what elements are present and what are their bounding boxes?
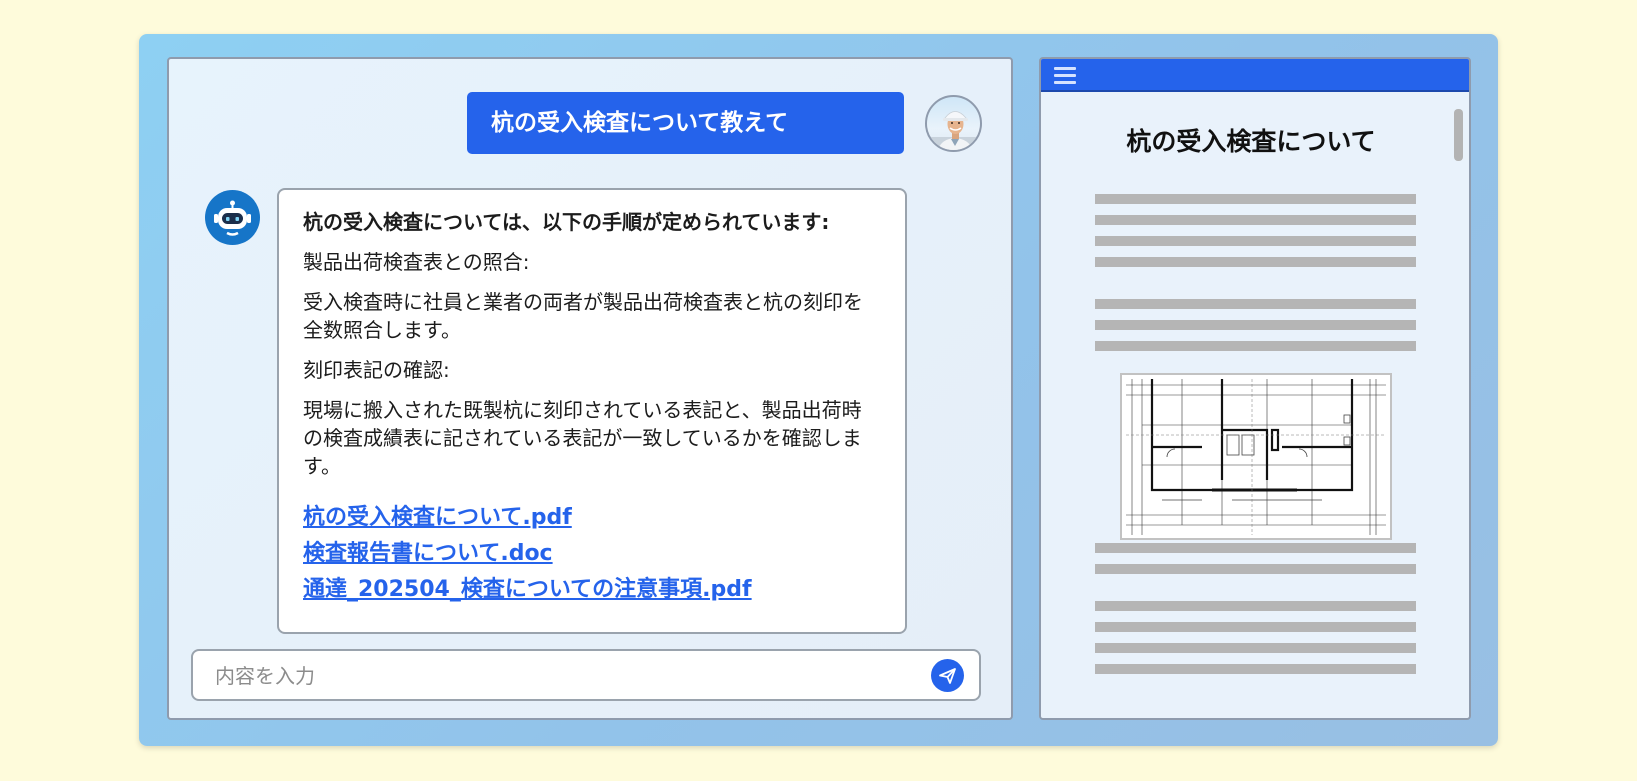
text-line-placeholder bbox=[1095, 601, 1416, 611]
floor-plan-image bbox=[1120, 373, 1392, 540]
text-line-placeholder bbox=[1095, 320, 1416, 330]
text-line-placeholder bbox=[1095, 543, 1416, 553]
text-line-placeholder bbox=[1095, 341, 1416, 351]
bot-avatar bbox=[205, 190, 260, 245]
text-line-placeholder bbox=[1095, 564, 1416, 574]
user-photo-icon bbox=[927, 111, 980, 150]
text-line-placeholder bbox=[1095, 643, 1416, 653]
robot-icon bbox=[214, 200, 251, 236]
document-viewer: 杭の受入検査について bbox=[1039, 57, 1471, 720]
text-line-placeholder bbox=[1095, 236, 1416, 246]
text-line-placeholder bbox=[1095, 215, 1416, 225]
document-scrollbar[interactable] bbox=[1454, 109, 1463, 161]
chat-input-box bbox=[191, 649, 981, 701]
text-line-placeholder bbox=[1095, 194, 1416, 204]
reference-links: 杭の受入検査について.pdf 検査報告書について.doc 通達_202504_検… bbox=[303, 500, 881, 608]
chat-panel: 杭の受入検査について教えて 杭の受入検査については、以下の手順が定められています… bbox=[167, 57, 1013, 720]
bot-message-paragraph: 製品出荷検査表との照合: bbox=[303, 250, 530, 274]
paper-plane-icon bbox=[939, 668, 956, 684]
text-line-placeholder bbox=[1095, 664, 1416, 674]
hamburger-menu-icon[interactable] bbox=[1054, 67, 1076, 84]
bot-message-paragraph: 現場に搬入された既製杭に刻印されている表記と、製品出荷時の検査成績表に記されてい… bbox=[303, 398, 862, 478]
floor-plan-drawing bbox=[1126, 379, 1386, 535]
send-button[interactable] bbox=[931, 659, 964, 692]
reference-link-pdf-notice[interactable]: 通達_202504_検査についての注意事項.pdf bbox=[303, 572, 881, 608]
text-line-placeholder bbox=[1095, 299, 1416, 309]
bot-message-paragraph: 刻印表記の確認: bbox=[303, 358, 450, 382]
document-title: 杭の受入検査について bbox=[1126, 127, 1376, 156]
bot-message-paragraph: 受入検査時に社員と業者の両者が製品出荷検査表と杭の刻印を全数照合します。 bbox=[303, 290, 863, 342]
user-avatar bbox=[925, 95, 982, 152]
text-line-placeholder bbox=[1095, 622, 1416, 632]
user-message-bubble: 杭の受入検査について教えて bbox=[467, 92, 904, 154]
reference-link-pdf-inspection[interactable]: 杭の受入検査について.pdf bbox=[303, 500, 881, 536]
chat-input[interactable] bbox=[215, 659, 915, 693]
reference-link-doc-report[interactable]: 検査報告書について.doc bbox=[303, 536, 881, 572]
bot-message-bubble: 杭の受入検査については、以下の手順が定められています: 製品出荷検査表との照合:… bbox=[277, 188, 907, 634]
text-line-placeholder bbox=[1095, 257, 1416, 267]
document-toolbar bbox=[1041, 59, 1469, 92]
bot-message-heading: 杭の受入検査については、以下の手順が定められています: bbox=[303, 210, 830, 234]
